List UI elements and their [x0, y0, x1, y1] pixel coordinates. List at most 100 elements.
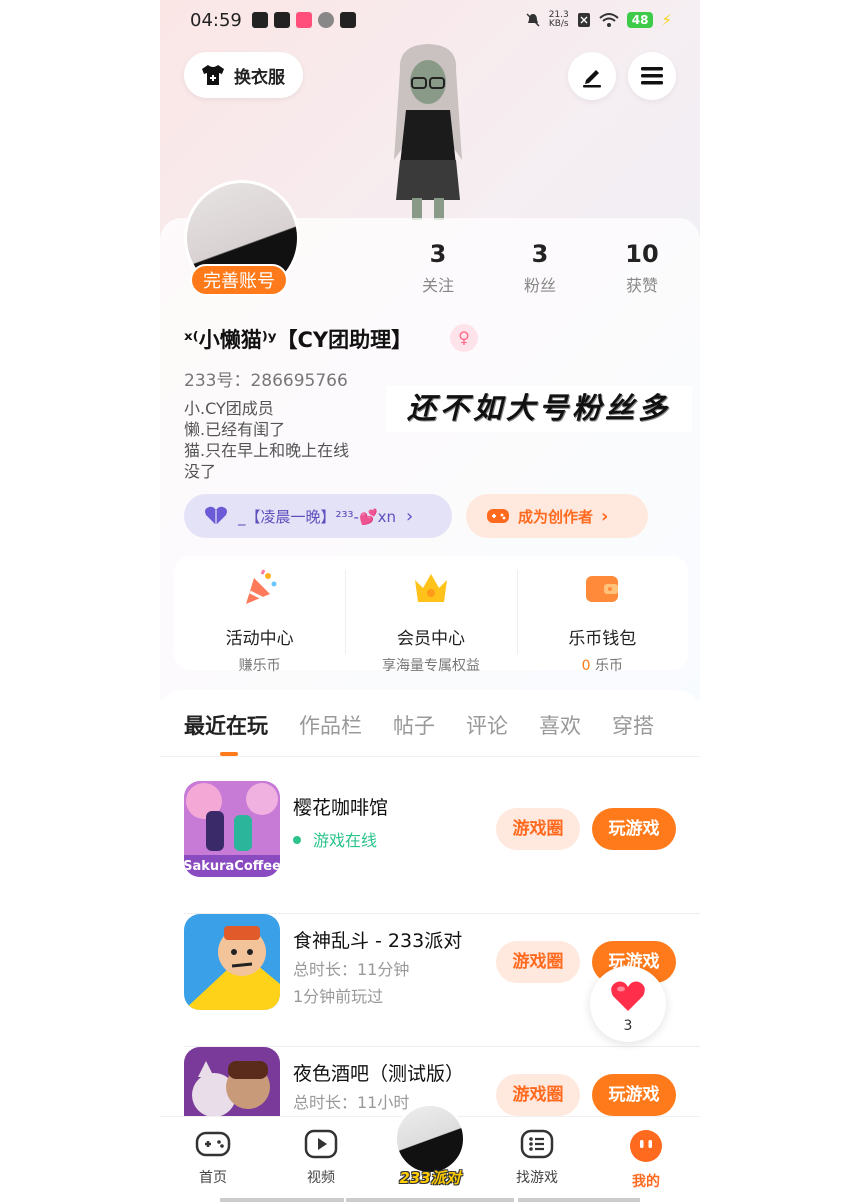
- bottom-nav: 首页 视频 233派对 找游戏 我的: [160, 1103, 700, 1204]
- play-game-button[interactable]: 玩游戏: [592, 1074, 676, 1116]
- vip-center-title: 会员中心: [396, 629, 465, 649]
- tab-recently-played[interactable]: 最近在玩: [184, 710, 268, 740]
- heart-icon: [205, 506, 227, 525]
- bio-line: 猫.只在早上和晚上在线: [184, 441, 350, 460]
- tab-outfits[interactable]: 穿搭: [612, 710, 654, 740]
- likes-label: 获赞: [625, 276, 658, 295]
- group-pill[interactable]: _【凌晨一晚】²³³-💕xn ›: [184, 494, 452, 538]
- tab-posts[interactable]: 帖子: [393, 710, 435, 740]
- game-name: 樱花咖啡馆: [293, 797, 389, 819]
- status-bar: 04:59 21.3 KB/s 48 ⚡: [160, 0, 700, 42]
- avatar-3d-figure[interactable]: [378, 40, 478, 220]
- nav-find-games-label: 找游戏: [516, 1170, 558, 1186]
- female-gender-icon: ♀: [450, 324, 478, 352]
- dress-up-button[interactable]: 换衣服: [184, 52, 303, 98]
- edit-profile-button[interactable]: [568, 52, 616, 100]
- party-popper-icon: [245, 569, 277, 604]
- mute-icon: [526, 13, 540, 27]
- complete-account-badge[interactable]: 完善账号: [190, 264, 288, 296]
- following-count: 3: [429, 240, 447, 268]
- svg-text:SakuraCoffee: SakuraCoffee: [184, 859, 280, 874]
- like-count: 3: [623, 1018, 633, 1034]
- user-id[interactable]: 233号：286695766: [184, 366, 348, 391]
- play-game-button[interactable]: 玩游戏: [592, 808, 676, 850]
- group-pill-text: _【凌晨一晚】²³³-💕xn: [238, 507, 397, 526]
- online-status: 游戏在线: [293, 827, 377, 851]
- game-circle-button[interactable]: 游戏圈: [496, 1074, 580, 1116]
- nav-mine[interactable]: 我的: [611, 1129, 681, 1191]
- game-circle-button[interactable]: 游戏圈: [496, 941, 580, 983]
- status-notification-icons: [252, 12, 356, 28]
- bio-line: 懒.已经有闺了: [184, 420, 286, 439]
- list-item[interactable]: SakuraCoffee 樱花咖啡馆 游戏在线 游戏圈 玩游戏: [160, 781, 700, 914]
- overlay-caption: 还不如大号粉丝多: [386, 386, 692, 432]
- fans-label: 粉丝: [523, 276, 556, 295]
- sim-icon: [577, 13, 590, 27]
- game-icon-food-brawl: [184, 914, 280, 1010]
- fans-count: 3: [531, 240, 549, 268]
- chevron-right-icon: ›: [406, 505, 414, 527]
- vip-center-entry[interactable]: 会员中心 享海量专属权益: [345, 556, 516, 674]
- quick-entries: 活动中心 赚乐币 会员中心 享海量专属权益 乐币钱包 0 乐币: [174, 556, 688, 674]
- wallet-entry[interactable]: 乐币钱包 0 乐币: [516, 556, 688, 674]
- tab-divider: [160, 756, 700, 757]
- tab-comments[interactable]: 评论: [466, 710, 508, 740]
- list-icon: [520, 1129, 554, 1159]
- bio-line: 没了: [184, 462, 217, 481]
- crown-icon: [414, 574, 447, 602]
- nav-party-label[interactable]: 233派对: [392, 1167, 468, 1188]
- game-name: 食神乱斗 - 233派对: [293, 930, 463, 952]
- online-status-text: 游戏在线: [313, 831, 378, 850]
- left-margin: [0, 0, 160, 1204]
- activity-center-title: 活动中心: [225, 629, 294, 649]
- app-notification-icon: [274, 12, 290, 28]
- menu-button[interactable]: [628, 52, 676, 100]
- following-label: 关注: [421, 276, 454, 295]
- become-creator-label: 成为创作者: [518, 507, 594, 526]
- app-notification-icon: [296, 12, 312, 28]
- play-duration: 总时长：11分钟: [293, 960, 410, 979]
- become-creator-pill[interactable]: 成为创作者 ›: [466, 494, 648, 538]
- wallet-title: 乐币钱包: [568, 629, 637, 649]
- stat-following[interactable]: 3 关注: [398, 240, 478, 296]
- nav-video[interactable]: 视频: [286, 1129, 356, 1187]
- activity-center-subtitle: 赚乐币: [238, 658, 281, 674]
- stat-likes[interactable]: 10 获赞: [602, 240, 682, 296]
- vip-center-subtitle: 享海量专属权益: [381, 658, 480, 674]
- app-notification-icon: [340, 12, 356, 28]
- content-tabs: 最近在玩 作品栏 帖子 评论 喜欢 穿搭: [184, 710, 685, 740]
- gamepad-icon: [195, 1131, 231, 1157]
- gesture-bar: [346, 1198, 514, 1202]
- game-circle-button[interactable]: 游戏圈: [496, 808, 580, 850]
- charging-icon: ⚡: [661, 11, 672, 29]
- chevron-right-icon: ›: [601, 505, 609, 527]
- stat-fans[interactable]: 3 粉丝: [500, 240, 580, 296]
- wallet-balance: 0: [581, 658, 591, 674]
- hamburger-menu-icon: [641, 67, 663, 85]
- floating-like-button[interactable]: 3: [590, 966, 666, 1042]
- online-dot-icon: [293, 836, 301, 844]
- nav-home-label: 首页: [199, 1170, 227, 1186]
- bio-line: 小.CY团成员: [184, 399, 274, 418]
- activity-center-entry[interactable]: 活动中心 赚乐币: [174, 556, 345, 674]
- wifi-icon: [599, 13, 619, 27]
- nav-party-avatar[interactable]: [394, 1103, 466, 1175]
- battery-saver-icon: [252, 12, 268, 28]
- shirt-icon: [202, 65, 224, 85]
- net-speed-unit: KB/s: [548, 19, 569, 29]
- tab-likes[interactable]: 喜欢: [539, 710, 581, 740]
- right-margin: [700, 0, 860, 1204]
- wallet-icon: [586, 576, 619, 602]
- tab-works[interactable]: 作品栏: [299, 710, 362, 740]
- nav-home[interactable]: 首页: [178, 1129, 248, 1187]
- heart-icon: [611, 981, 645, 1011]
- status-time: 04:59: [190, 10, 242, 31]
- nav-find-games[interactable]: 找游戏: [502, 1129, 572, 1187]
- nav-mine-label: 我的: [632, 1174, 660, 1190]
- phone-screen: 04:59 21.3 KB/s 48 ⚡ 换衣服 完善账号 3 关注 3 粉丝 …: [160, 0, 700, 1204]
- video-play-icon: [304, 1129, 338, 1159]
- net-speed: 21.3 KB/s: [549, 11, 569, 29]
- last-played: 1分钟前玩过: [293, 987, 384, 1006]
- likes-count: 10: [625, 240, 659, 268]
- smiley-face-icon: [630, 1130, 662, 1162]
